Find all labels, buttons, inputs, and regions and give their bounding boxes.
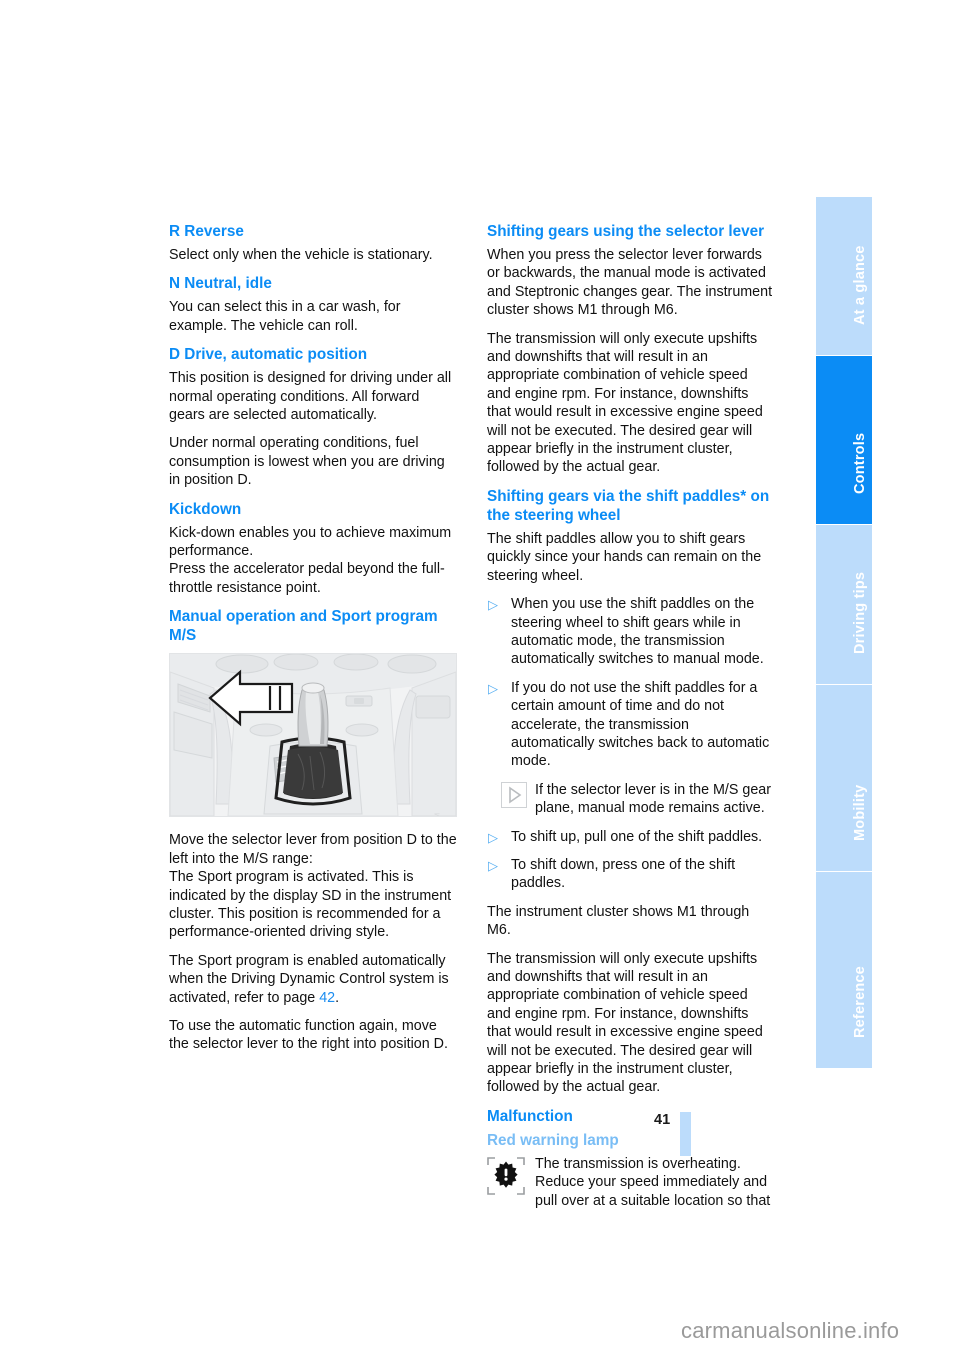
heading-malfunction: Malfunction [487,1107,573,1125]
list-item: ▷ To shift up, pull one of the shift pad… [487,828,775,846]
figure-gear-selector-lever: VKDC30CM [169,653,457,818]
heading-r-reverse: R Reverse [169,223,244,240]
heading-kickdown: Kickdown [169,500,242,518]
figure-reference-code: VKDC30CM [430,812,448,816]
paragraph-manual-1: Move the selector lever from position D … [169,832,457,867]
sidebar-tab-controls[interactable]: Controls [816,356,872,524]
triangle-bullet-icon: ▷ [488,680,498,696]
triangle-bullet-icon: ▷ [488,857,498,873]
triangle-bullet-icon: ▷ [488,829,498,845]
paragraph-n-neutral: You can select this in a car wash, for e… [169,299,401,334]
paragraph-transmission-limits: The transmission will only execute upshi… [487,950,763,1096]
manual-page: At a glance Controls Driving tips Mobili… [0,0,960,1358]
paragraph-d-drive-1: This position is designed for driving un… [169,370,452,424]
right-text-column: Shifting gears using the selector lever … [487,222,775,1210]
paragraph-r-reverse: Select only when the vehicle is stationa… [169,247,433,263]
paragraph-manual-4: To use the automatic function again, mov… [169,1017,448,1053]
transmission-overheat-warning-icon [487,1157,525,1195]
sidebar-tab-label: Reference [852,966,868,1038]
heading-shift-paddles: Shifting gears via the shift paddles* on… [487,487,770,524]
list-item-text: When you use the shift paddles on the st… [511,596,764,668]
paragraph-kickdown-1: Kick-down enables you to achieve maximum… [169,524,452,560]
page-number: 41 [654,1112,671,1128]
warning-lamp-text: The transmission is overheating. Reduce … [535,1155,771,1209]
paragraph-instrument-cluster: The instrument cluster shows M1 through … [487,903,750,939]
page-reference-link[interactable]: 42 [319,990,335,1006]
paragraph-shifting-lever-1: When you press the selector lever forwar… [487,247,773,319]
sidebar-tab-mobility[interactable]: Mobility [816,685,872,871]
heading-red-warning-lamp: Red warning lamp [487,1131,619,1149]
sidebar-tab-at-a-glance[interactable]: At a glance [816,197,872,355]
paragraph-kickdown-2: Press the accelerator pedal beyond the f… [169,561,445,596]
footer-watermark: carmanualsonline.info [681,1318,900,1343]
paragraph-manual-3-text: The Sport program is enabled automatical… [169,952,449,1006]
sidebar-tab-driving-tips[interactable]: Driving tips [816,525,872,684]
list-item-text: To shift down, press one of the shift pa… [511,856,736,892]
paragraph-manual-3-period: . [335,989,340,1006]
heading-shifting-selector-lever: Shifting gears using the selector lever [487,223,765,240]
paragraph-manual-3: The Sport program is enabled automatical… [169,952,457,1007]
gear-selector-illustration [170,654,456,817]
sidebar-tab-label: At a glance [852,245,868,325]
sidebar-tab-label: Controls [852,432,868,494]
section-tab-sidebar: At a glance Controls Driving tips Mobili… [816,197,872,1140]
sidebar-tab-label: Driving tips [852,571,868,654]
triangle-bullet-icon: ▷ [488,597,498,613]
heading-n-neutral: N Neutral, idle [169,275,272,293]
list-item: ▷ When you use the shift paddles on the … [487,595,775,669]
page-number-rule [680,1112,691,1156]
list-item: ▷ If you do not use the shift paddles fo… [487,679,775,771]
heading-d-drive: D Drive, automatic position [169,346,368,364]
warning-lamp-callout: The transmission is overheating. Reduce … [487,1155,775,1210]
left-text-column: R Reverse Select only when the vehicle i… [169,222,457,1064]
sidebar-tab-label: Mobility [852,784,868,841]
paragraph-shifting-lever-2: The transmission will only execute upshi… [487,330,763,476]
list-item-text: If you do not use the shift paddles for … [511,679,770,770]
list-item-text: To shift up, pull one of the shift paddl… [511,828,763,845]
note-text: If the selector lever is in the M/S gear… [535,781,772,817]
paragraph-shift-paddles-intro: The shift paddles allow you to shift gea… [487,530,762,584]
paragraph-d-drive-2: Under normal operating conditions, fuel … [169,435,445,489]
note-triangle-icon [501,781,527,808]
list-item: ▷ To shift down, press one of the shift … [487,856,775,893]
sidebar-tab-reference[interactable]: Reference [816,872,872,1068]
note-callout: If the selector lever is in the M/S gear… [487,781,775,818]
paragraph-manual-2: The Sport program is activated. This is … [169,869,452,941]
heading-manual-sport-program: Manual operation and Sport program M/S [169,608,438,645]
